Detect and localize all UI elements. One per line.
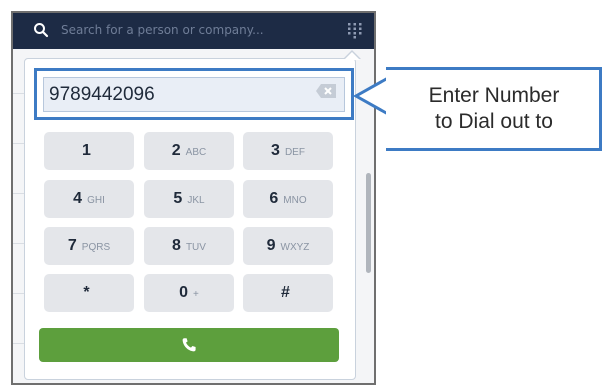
key-8[interactable]: 8 TUV [144,227,234,265]
key-hash[interactable]: # [243,274,333,312]
search-icon[interactable] [33,22,49,38]
key-star[interactable]: * [44,274,134,312]
call-button[interactable] [39,328,339,362]
scrollbar[interactable] [366,173,371,273]
phone-icon [182,338,196,352]
key-2[interactable]: 2 ABC [144,132,234,170]
backspace-icon[interactable] [315,83,337,99]
dialpad-grid-icon[interactable] [346,21,364,39]
annotation-callout: Enter Number to Dial out to [386,67,602,151]
key-4[interactable]: 4 GHI [44,180,134,218]
key-7[interactable]: 7 PQRS [44,227,134,265]
popover-caret-inner [344,52,360,60]
key-3[interactable]: 3 DEF [243,132,333,170]
callout-joint [386,70,389,148]
key-1[interactable]: 1 [44,132,134,170]
key-9[interactable]: 9 WXYZ [243,227,333,265]
search-input[interactable]: Search for a person or company... [61,23,264,37]
key-0[interactable]: 0 + [144,274,234,312]
callout-line-2: to Dial out to [435,110,553,133]
callout-line-1: Enter Number [428,84,560,107]
number-highlight: 9789442096 [34,68,354,120]
top-search-bar[interactable]: Search for a person or company... [13,13,374,49]
dial-number-input[interactable]: 9789442096 [43,77,345,112]
key-5[interactable]: 5 JKL [144,180,234,218]
key-6[interactable]: 6 MNO [243,180,333,218]
